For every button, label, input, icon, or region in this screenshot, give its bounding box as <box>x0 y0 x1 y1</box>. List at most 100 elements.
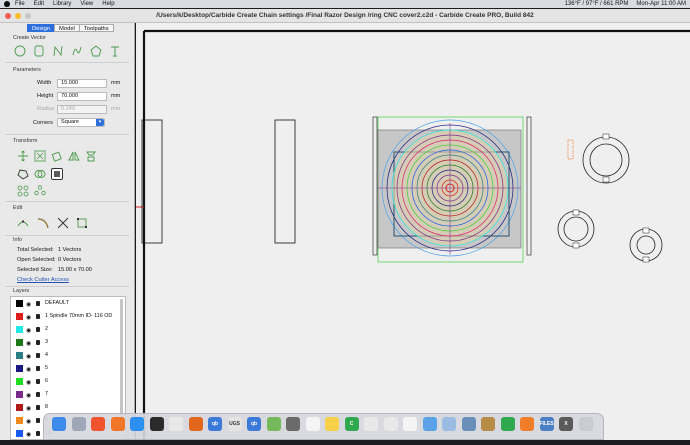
layer-color-swatch[interactable] <box>16 326 23 333</box>
archive-dock-icon[interactable] <box>481 417 495 431</box>
terminal-dock-icon[interactable] <box>364 417 378 431</box>
eye-icon[interactable]: ◉ <box>26 429 31 439</box>
corners-select[interactable]: Square ▾ <box>57 118 105 127</box>
app-light-dock-icon[interactable] <box>169 417 183 431</box>
close-window-button[interactable] <box>5 13 11 19</box>
menu-help[interactable]: Help <box>102 0 114 8</box>
system-status[interactable]: 136°F / 97°F / 661 RPM <box>565 0 629 8</box>
layer-row[interactable]: ◉ DEFAULT <box>11 297 125 310</box>
layer-row[interactable]: ◉ 5 <box>11 362 125 375</box>
layer-color-swatch[interactable] <box>16 339 23 346</box>
maps-dock-icon[interactable] <box>266 417 281 431</box>
lock-icon[interactable] <box>36 405 40 410</box>
trim-icon[interactable] <box>57 217 69 229</box>
layer-color-swatch[interactable] <box>16 391 23 398</box>
cursor-app-dock-icon[interactable] <box>383 417 398 431</box>
ugs-dock-icon[interactable]: UGS <box>227 417 242 431</box>
lock-icon[interactable] <box>36 314 40 319</box>
qb-1-dock-icon[interactable]: qb <box>208 417 222 431</box>
files-dock-icon[interactable]: FILES <box>539 417 554 431</box>
pattern-icon[interactable] <box>34 185 46 197</box>
width-input[interactable]: 15.000 <box>57 79 107 88</box>
photos-dock-icon[interactable] <box>422 417 437 431</box>
radius-input[interactable]: 0.249 <box>57 105 107 114</box>
zoom-window-button[interactable] <box>25 13 31 19</box>
layer-row[interactable]: ◉ 6 <box>11 375 125 388</box>
layer-color-swatch[interactable] <box>16 417 23 424</box>
layer-color-swatch[interactable] <box>16 378 23 385</box>
layer-row[interactable]: ◉ 2 <box>11 323 125 336</box>
tab-model[interactable]: Model <box>54 24 80 32</box>
launchpad-dock-icon[interactable] <box>71 417 86 431</box>
safari-dock-icon[interactable] <box>130 417 144 431</box>
menu-view[interactable]: View <box>80 0 93 8</box>
ellipse-icon[interactable] <box>33 45 45 57</box>
layer-color-swatch[interactable] <box>16 365 23 372</box>
layer-row[interactable]: ◉ 7 <box>11 388 125 401</box>
layer-row[interactable]: ◉ 3 <box>11 336 125 349</box>
calendar-dock-icon[interactable] <box>305 417 320 431</box>
lock-icon[interactable] <box>36 379 40 384</box>
layer-color-swatch[interactable] <box>16 430 23 437</box>
trash-dock-icon[interactable] <box>578 417 593 431</box>
spindle-ring-design[interactable] <box>372 116 532 263</box>
notes-dock-icon[interactable] <box>325 417 339 431</box>
design-canvas[interactable] <box>136 23 690 440</box>
folder-green-dock-icon[interactable] <box>500 417 515 431</box>
chrome-dock-icon[interactable]: C <box>344 417 359 431</box>
layer-color-swatch[interactable] <box>16 313 23 320</box>
lock-icon[interactable] <box>36 392 40 397</box>
minimize-window-button[interactable] <box>15 13 21 19</box>
layer-color-swatch[interactable] <box>16 404 23 411</box>
lock-icon[interactable] <box>36 340 40 345</box>
move-icon[interactable] <box>17 150 29 162</box>
lock-icon[interactable] <box>36 327 40 332</box>
circle-icon[interactable] <box>14 45 26 57</box>
x-app-dock-icon[interactable]: X <box>559 417 573 431</box>
layer-row[interactable]: ◉ 4 <box>11 349 125 362</box>
menu-library[interactable]: Library <box>53 0 71 8</box>
align-icon[interactable] <box>85 150 97 162</box>
brave-dock-icon[interactable] <box>91 417 105 431</box>
text-app-dock-icon[interactable] <box>403 417 417 431</box>
lock-icon[interactable] <box>36 301 40 306</box>
boundary-icon[interactable] <box>76 217 88 229</box>
curve-icon[interactable] <box>71 45 83 57</box>
array-icon[interactable] <box>17 185 29 197</box>
menu-edit[interactable]: Edit <box>34 0 44 8</box>
polyline-icon[interactable] <box>52 45 64 57</box>
tab-design[interactable]: Design <box>27 24 56 32</box>
rotate-icon[interactable] <box>51 150 63 162</box>
height-input[interactable]: 70.000 <box>57 92 107 101</box>
preview-dock-icon[interactable] <box>442 417 456 431</box>
weld-icon[interactable] <box>34 168 46 180</box>
lock-icon[interactable] <box>36 431 40 436</box>
app-dark-dock-icon[interactable] <box>149 417 164 431</box>
firefox-dock-icon[interactable] <box>110 417 125 431</box>
polygon-icon[interactable] <box>90 45 102 57</box>
tab-toolpaths[interactable]: Toolpaths <box>78 24 114 32</box>
mirror-icon[interactable] <box>68 150 80 162</box>
qb-2-dock-icon[interactable]: qb <box>247 417 261 431</box>
layer-row[interactable]: ◉ 1 Spindle 70mm ID- 116 OD <box>11 310 125 323</box>
node-edit-icon[interactable] <box>17 217 29 229</box>
scale-icon[interactable] <box>34 150 46 162</box>
menu-file[interactable]: File <box>15 0 25 8</box>
lock-icon[interactable] <box>36 366 40 371</box>
calculator-dock-icon[interactable] <box>286 417 300 431</box>
check-cutter-link[interactable]: Check Cutter Access <box>17 277 69 283</box>
fillet-icon[interactable] <box>37 217 49 229</box>
folder-orange-dock-icon[interactable] <box>520 417 534 431</box>
menubar-clock[interactable]: Mon-Apr 11:00 AM <box>636 0 686 8</box>
group-icon[interactable] <box>51 168 63 180</box>
lock-icon[interactable] <box>36 353 40 358</box>
carbide-create-dock-icon[interactable] <box>188 417 203 431</box>
text-icon[interactable] <box>109 45 121 57</box>
layer-color-swatch[interactable] <box>16 352 23 359</box>
disk-utility-dock-icon[interactable] <box>461 417 476 431</box>
offset-icon[interactable] <box>17 168 29 180</box>
finder-dock-icon[interactable] <box>52 417 66 431</box>
apple-menu-icon[interactable] <box>4 1 10 7</box>
lock-icon[interactable] <box>36 418 40 423</box>
layer-color-swatch[interactable] <box>16 300 23 307</box>
